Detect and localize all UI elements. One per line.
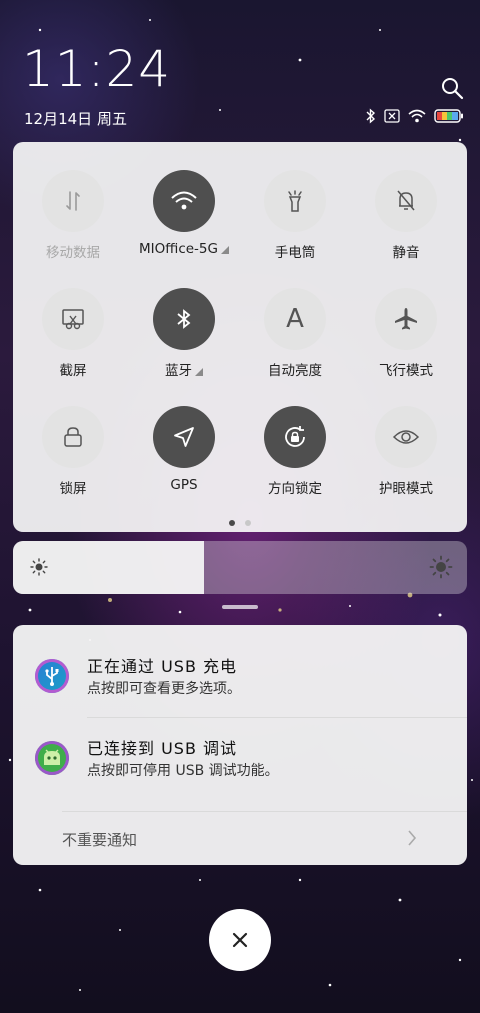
wifi-icon: [153, 170, 215, 232]
tile-label: 锁屏: [59, 481, 87, 497]
notification-panel: 正在通过 USB 充电 点按即可查看更多选项。 已连接到 USB 调试 点按即可…: [13, 625, 467, 865]
brightness-low-icon: [30, 558, 48, 576]
page-dot[interactable]: [245, 520, 251, 526]
eye-icon: [375, 406, 437, 468]
divider: [62, 811, 467, 812]
tile-rotation-lock[interactable]: 方向锁定: [240, 406, 350, 497]
tile-gps[interactable]: GPS: [129, 406, 239, 493]
tile-wifi[interactable]: MIOffice-5G: [129, 170, 239, 257]
notification-title: 正在通过 USB 充电: [87, 657, 238, 676]
tile-mobile-data[interactable]: 移动数据: [18, 170, 128, 261]
tile-lock-screen[interactable]: 锁屏: [18, 406, 128, 497]
page-dot-active[interactable]: [229, 520, 235, 526]
drag-handle[interactable]: [222, 605, 258, 609]
no-sim-icon: [384, 109, 400, 123]
quick-settings-panel: 移动数据 MIOffice-5G 手电筒 静音 截屏 蓝牙 A 自动亮度 飞行模…: [13, 142, 467, 532]
mobile-data-icon: [42, 170, 104, 232]
notification-title: 已连接到 USB 调试: [87, 739, 238, 758]
tile-label: 护眼模式: [379, 481, 433, 497]
unimportant-notifications-link[interactable]: 不重要通知: [62, 829, 137, 850]
tile-mute[interactable]: 静音: [351, 170, 461, 261]
tile-bluetooth[interactable]: 蓝牙: [129, 288, 239, 379]
auto-brightness-icon: A: [264, 288, 326, 350]
brightness-slider[interactable]: [13, 541, 467, 594]
wifi-icon: [408, 109, 426, 123]
bluetooth-icon: [366, 108, 376, 124]
tile-label: 自动亮度: [268, 363, 322, 379]
notification-subtitle: 点按即可查看更多选项。: [87, 681, 241, 697]
lock-icon: [42, 406, 104, 468]
tile-label: 飞行模式: [379, 363, 433, 379]
mute-bell-icon: [375, 170, 437, 232]
notification-subtitle: 点按即可停用 USB 调试功能。: [87, 763, 279, 779]
status-bar-icons: [366, 108, 464, 124]
tile-eye-care[interactable]: 护眼模式: [351, 406, 461, 497]
bluetooth-icon: [153, 288, 215, 350]
usb-icon: [35, 659, 69, 693]
flashlight-icon: [264, 170, 326, 232]
tile-label: GPS: [170, 477, 198, 493]
clock: 11:24: [22, 40, 172, 98]
tile-airplane[interactable]: 飞行模式: [351, 288, 461, 379]
tile-label: MIOffice-5G: [139, 241, 218, 257]
android-debug-icon: [35, 741, 69, 775]
tile-screenshot[interactable]: 截屏: [18, 288, 128, 379]
screenshot-icon: [42, 288, 104, 350]
tile-label: 静音: [392, 245, 420, 261]
tile-label: 截屏: [59, 363, 87, 379]
tile-auto-brightness[interactable]: A 自动亮度: [240, 288, 350, 379]
close-icon: [232, 932, 248, 948]
notification-usb-debugging[interactable]: 已连接到 USB 调试 点按即可停用 USB 调试功能。: [13, 731, 467, 801]
notification-usb-charging[interactable]: 正在通过 USB 充电 点按即可查看更多选项。: [13, 649, 467, 719]
tile-label: 蓝牙: [165, 363, 192, 379]
rotation-lock-icon: [264, 406, 326, 468]
location-arrow-icon: [153, 406, 215, 468]
battery-icon: [434, 109, 463, 123]
search-icon[interactable]: [440, 76, 464, 100]
tile-label: 移动数据: [46, 245, 100, 261]
divider: [87, 717, 467, 718]
airplane-icon: [375, 288, 437, 350]
page-indicator: [13, 520, 467, 526]
close-button[interactable]: [209, 909, 271, 971]
date: 12月14日 周五: [24, 110, 127, 128]
expand-triangle-icon: [220, 246, 229, 254]
expand-triangle-icon: [195, 368, 203, 376]
chevron-right-icon[interactable]: [407, 829, 417, 847]
tile-flashlight[interactable]: 手电筒: [240, 170, 350, 261]
brightness-high-icon: [429, 555, 453, 579]
tile-label: 方向锁定: [268, 481, 322, 497]
tile-label: 手电筒: [274, 245, 316, 261]
